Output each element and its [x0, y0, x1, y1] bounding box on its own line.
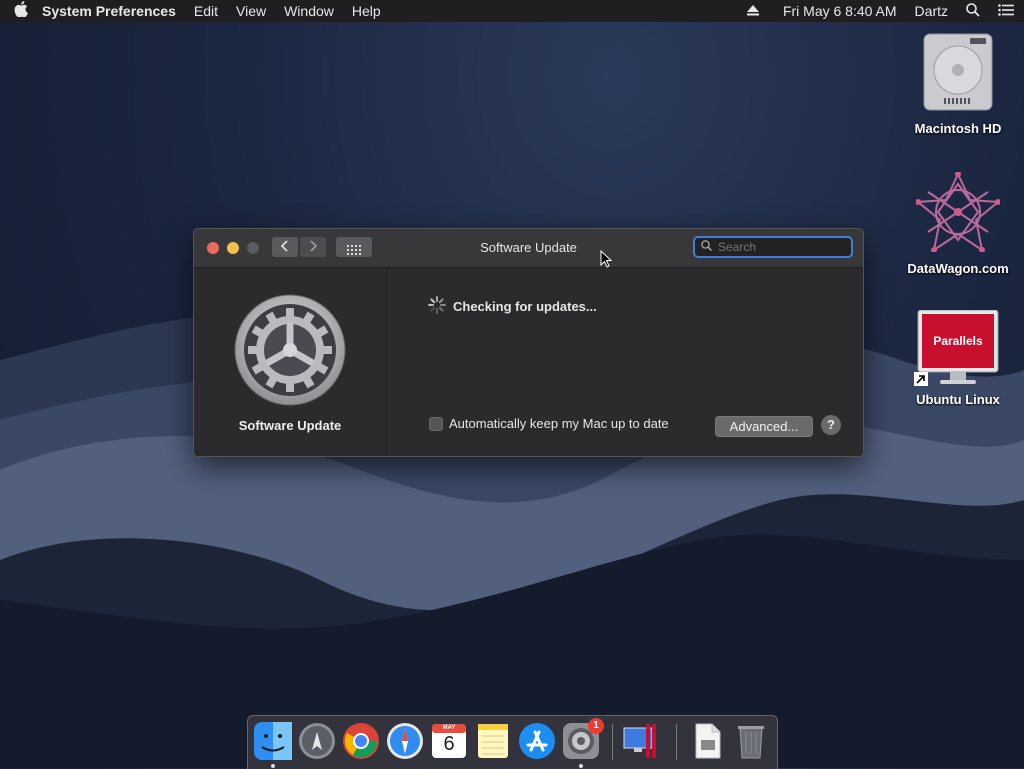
- dock-running-indicator: [579, 764, 583, 768]
- dock-finder-icon[interactable]: [254, 722, 292, 760]
- desktop-icon-ubuntu-linux[interactable]: Parallels Ubuntu Linux: [898, 309, 1018, 407]
- advanced-button[interactable]: Advanced...: [715, 416, 813, 437]
- help-button[interactable]: ?: [821, 415, 841, 435]
- auto-update-checkbox[interactable]: [429, 416, 443, 431]
- dock-separator: [676, 724, 677, 760]
- software-update-window: Software Update Search Software Update C…: [193, 228, 864, 457]
- calendar-day: 6: [443, 733, 455, 755]
- desktop-icon-label: DataWagon.com: [907, 261, 1009, 276]
- desktop-icon-label: Macintosh HD: [914, 121, 1002, 136]
- datawagon-icon: [898, 171, 1018, 255]
- parallels-vm-icon: Parallels: [914, 309, 1000, 389]
- spinner-icon: [427, 295, 447, 318]
- menu-clock[interactable]: Fri May 6 8:40 AM: [783, 3, 897, 19]
- menu-edit[interactable]: Edit: [194, 3, 218, 19]
- spotlight-search-icon[interactable]: [966, 2, 980, 20]
- menu-help[interactable]: Help: [352, 3, 381, 19]
- parallels-brand-text: Parallels: [933, 334, 983, 348]
- eject-icon[interactable]: [746, 3, 759, 19]
- notification-badge: 1: [588, 718, 604, 734]
- menu-app-name[interactable]: System Preferences: [42, 3, 176, 19]
- auto-update-row: Automatically keep my Mac up to date: [429, 416, 669, 431]
- menu-extras: Fri May 6 8:40 AM Dartz: [729, 2, 1014, 20]
- status-text: Checking for updates...: [453, 299, 597, 314]
- dock-system-preferences-icon[interactable]: 1: [562, 718, 604, 760]
- dock-document-icon[interactable]: [688, 722, 726, 760]
- menu-view[interactable]: View: [236, 3, 266, 19]
- desktop-icon-label: Ubuntu Linux: [916, 392, 1000, 407]
- auto-update-label[interactable]: Automatically keep my Mac up to date: [449, 416, 669, 431]
- desktop-icon-datawagon[interactable]: DataWagon.com: [898, 171, 1018, 276]
- dock-notes-icon[interactable]: [474, 722, 512, 760]
- dock-app-store-icon[interactable]: [518, 722, 556, 760]
- dock-running-indicator: [271, 764, 275, 768]
- update-status: Checking for updates...: [427, 295, 597, 318]
- menu-window[interactable]: Window: [284, 3, 334, 19]
- dock-calendar-icon[interactable]: MAY 6: [430, 722, 468, 760]
- software-update-gear-icon: [234, 294, 346, 411]
- search-icon: [701, 238, 712, 256]
- menu-bar: System Preferences Edit View Window Help…: [0, 0, 1024, 22]
- mouse-cursor-icon: [600, 249, 613, 273]
- dock-separator: [612, 724, 613, 760]
- hard-drive-icon: [898, 32, 1018, 115]
- search-field[interactable]: [693, 236, 853, 258]
- sidebar-panel: Software Update: [194, 268, 387, 456]
- alias-arrow-icon: [914, 372, 928, 389]
- calendar-month: MAY: [442, 725, 456, 731]
- dock-launchpad-icon[interactable]: [298, 722, 336, 760]
- dock-safari-icon[interactable]: [386, 722, 424, 760]
- dock-trash-icon[interactable]: [732, 722, 770, 760]
- dock-chrome-icon[interactable]: [342, 722, 380, 760]
- dock-parallels-icon[interactable]: [622, 722, 660, 760]
- desktop-icon-macintosh-hd[interactable]: Macintosh HD: [898, 32, 1018, 136]
- menu-user[interactable]: Dartz: [915, 3, 948, 19]
- apple-menu-icon[interactable]: [10, 1, 32, 21]
- notification-center-icon[interactable]: [998, 3, 1014, 19]
- search-input[interactable]: [716, 239, 840, 255]
- sidebar-title: Software Update: [238, 418, 342, 433]
- dock: MAY 6 1: [247, 715, 778, 769]
- window-titlebar[interactable]: Software Update: [194, 229, 863, 268]
